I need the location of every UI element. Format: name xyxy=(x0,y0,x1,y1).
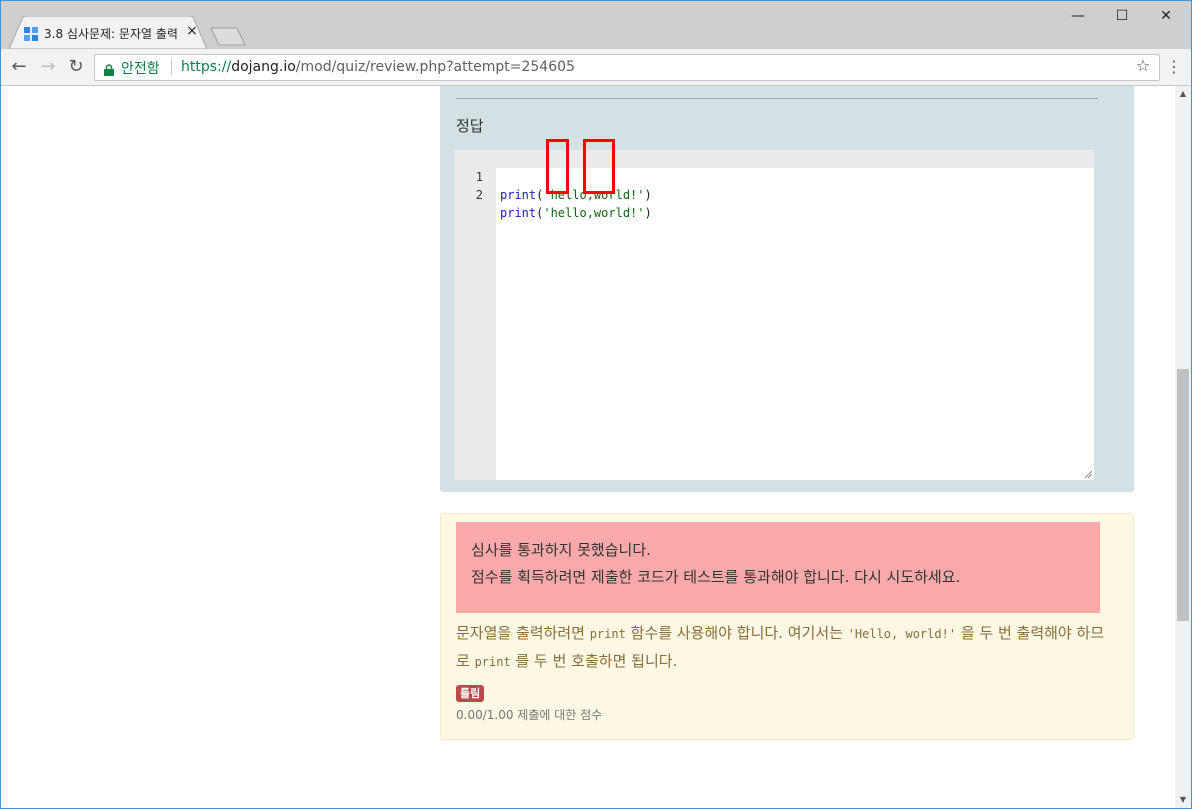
back-arrow-icon[interactable]: ← xyxy=(8,56,30,78)
page-content: 정답 1 print('hello,world!') 2 print('hell… xyxy=(1,86,1175,808)
hint-text: 문자열을 출력하려면 print 함수를 사용해야 합니다. 여기서는 'Hel… xyxy=(456,620,1106,676)
inline-code: print xyxy=(589,627,626,641)
browser-window: 3.8 심사문제: 문자열 출력 × — ☐ ✕ ← → ↻ 안전함 https… xyxy=(0,0,1192,809)
minimize-button[interactable]: — xyxy=(1056,5,1100,27)
close-window-button[interactable]: ✕ xyxy=(1144,5,1188,27)
string-literal: 'hello,world!' xyxy=(543,206,645,220)
scroll-down-icon[interactable]: ▼ xyxy=(1175,792,1191,808)
url-text: https://dojang.io/mod/quiz/review.php?at… xyxy=(181,59,575,75)
new-tab-button[interactable] xyxy=(209,26,247,46)
score-text: 0.00/1.00 제출에 대한 점수 xyxy=(456,708,603,722)
alert-title: 심사를 통과하지 못했습니다. xyxy=(471,541,651,559)
inline-code: 'Hello, world!' xyxy=(847,627,957,641)
url-scheme: https:// xyxy=(181,59,232,75)
tab-title: 3.8 심사문제: 문자열 출력 xyxy=(44,27,178,41)
url-host: dojang.io xyxy=(231,59,296,75)
bookmark-star-icon[interactable]: ☆ xyxy=(1134,57,1152,75)
tab-close-icon[interactable]: × xyxy=(185,23,199,39)
scroll-up-icon[interactable]: ▲ xyxy=(1175,86,1191,102)
code-text: print('hello,world!') xyxy=(500,204,652,222)
browser-menu-icon[interactable]: ⋮ xyxy=(1165,57,1183,77)
browser-toolbar: ← → ↻ 안전함 https://dojang.io/mod/quiz/rev… xyxy=(1,49,1191,86)
alert-message: 점수를 획득하려면 제출한 코드가 테스트를 통과해야 합니다. 다시 시도하세… xyxy=(471,568,961,586)
address-divider xyxy=(171,59,172,75)
code-editor[interactable]: 1 print('hello,world!') 2 print('hello,w… xyxy=(455,139,1094,480)
hint-part: 함수를 사용해야 합니다. 여기서는 xyxy=(625,624,848,642)
secure-label: 안전함 xyxy=(121,61,160,77)
hint-part: 를 두 번 호출하면 됩니다. xyxy=(510,652,678,670)
scroll-thumb[interactable] xyxy=(1177,369,1189,621)
error-alert: 심사를 통과하지 못했습니다. 점수를 획득하려면 제출한 코드가 테스트를 통… xyxy=(456,522,1100,613)
highlight-box-h xyxy=(546,139,569,194)
lock-icon xyxy=(103,61,115,76)
divider xyxy=(456,98,1098,99)
highlight-box-comma xyxy=(583,139,615,194)
url-path: /mod/quiz/review.php?attempt=254605 xyxy=(295,59,575,75)
browser-tab[interactable]: 3.8 심사문제: 문자열 출력 × xyxy=(9,16,207,49)
reload-icon[interactable]: ↻ xyxy=(65,56,87,78)
hint-part: 문자열을 출력하려면 xyxy=(456,624,590,642)
paren: ) xyxy=(644,206,652,220)
paren: ) xyxy=(644,188,652,202)
address-bar[interactable]: 안전함 https://dojang.io/mod/quiz/review.ph… xyxy=(94,54,1160,81)
keyword: print xyxy=(500,206,537,220)
correct-answer-panel: 정답 1 print('hello,world!') 2 print('hell… xyxy=(440,86,1134,492)
site-favicon-icon xyxy=(23,26,39,42)
title-bar: 3.8 심사문제: 문자열 출력 × — ☐ ✕ xyxy=(1,1,1191,49)
resize-grip-icon[interactable] xyxy=(1084,470,1092,478)
line-number: 2 xyxy=(475,188,483,202)
inline-code: print xyxy=(474,655,511,669)
vertical-scrollbar[interactable]: ▲ ▼ xyxy=(1175,86,1191,808)
status-badge: 틀림 xyxy=(456,685,485,702)
feedback-panel: 심사를 통과하지 못했습니다. 점수를 획득하려면 제출한 코드가 테스트를 통… xyxy=(440,513,1134,740)
forward-arrow-icon[interactable]: → xyxy=(37,56,59,78)
answer-heading: 정답 xyxy=(456,117,484,135)
maximize-button[interactable]: ☐ xyxy=(1100,5,1144,27)
